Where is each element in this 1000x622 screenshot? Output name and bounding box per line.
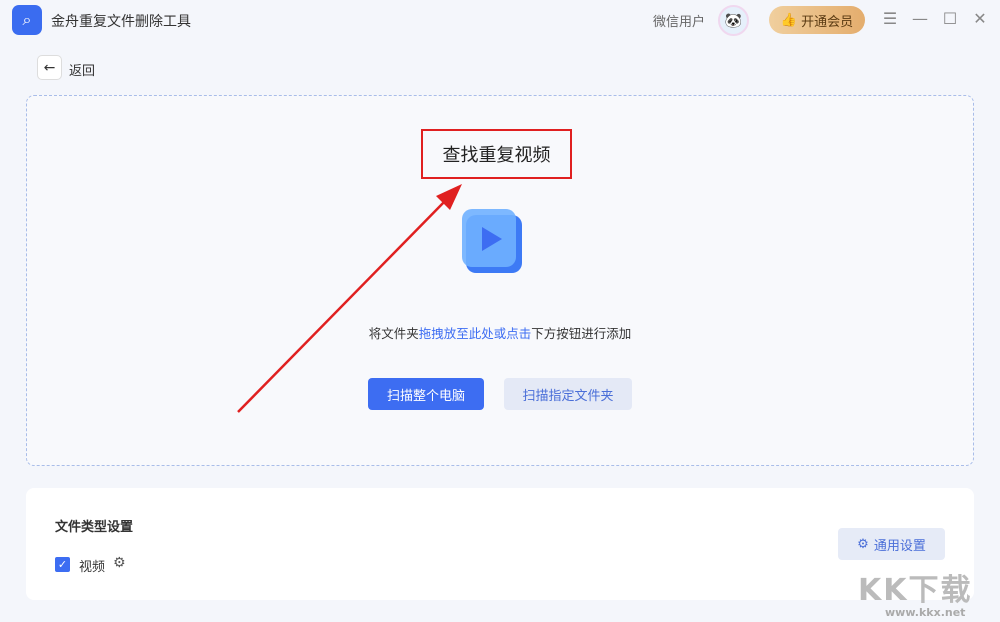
- watermark: KK下载: [858, 565, 973, 609]
- watermark-url: www.kkx.net: [885, 606, 965, 619]
- video-checkbox[interactable]: ✓: [55, 557, 70, 572]
- general-settings-label: 通用设置: [874, 535, 926, 554]
- file-type-settings-panel: 文件类型设置 ✓ 视频 ⚙ ⚙ 通用设置: [26, 488, 974, 600]
- video-checkbox-label[interactable]: 视频: [79, 556, 105, 575]
- general-settings-button[interactable]: ⚙ 通用设置: [838, 528, 945, 560]
- gear-icon[interactable]: ⚙: [113, 555, 126, 571]
- gear-icon: ⚙: [857, 537, 869, 552]
- settings-title: 文件类型设置: [55, 516, 133, 535]
